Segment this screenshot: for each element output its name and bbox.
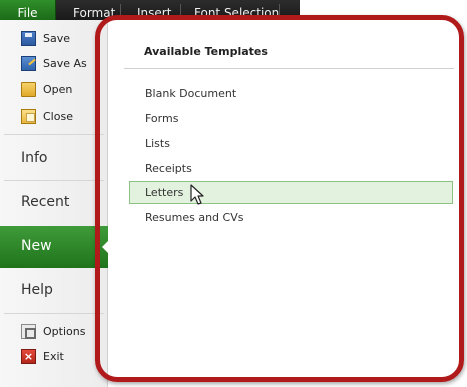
nav-divider bbox=[4, 313, 104, 314]
template-label: Blank Document bbox=[145, 87, 237, 100]
template-label: Receipts bbox=[145, 162, 192, 175]
template-label: Lists bbox=[145, 137, 170, 150]
template-label: Letters bbox=[145, 186, 184, 199]
template-item-forms[interactable]: Forms bbox=[129, 107, 453, 130]
save-as-label: Save As bbox=[43, 57, 87, 70]
tab-font-selection[interactable]: Font Selection bbox=[194, 0, 279, 20]
close-folder-icon bbox=[21, 109, 36, 124]
template-item-resumes-and-cvs[interactable]: Resumes and CVs bbox=[129, 206, 453, 229]
save-command[interactable]: Save bbox=[0, 26, 108, 51]
template-item-receipts[interactable]: Receipts bbox=[129, 157, 453, 180]
tab-divider bbox=[279, 4, 280, 20]
nav-item-new-label: New bbox=[21, 238, 52, 254]
open-folder-icon bbox=[21, 82, 36, 97]
exit-label: Exit bbox=[43, 350, 64, 363]
tab-format[interactable]: Format bbox=[73, 0, 115, 20]
tab-divider bbox=[180, 4, 181, 20]
nav-divider bbox=[4, 180, 104, 181]
mouse-pointer-icon bbox=[190, 184, 204, 205]
tab-insert[interactable]: Insert bbox=[137, 0, 171, 20]
options-command[interactable]: Options bbox=[0, 319, 108, 344]
backstage-nav: Save Save As Open Close Info Recent New … bbox=[0, 20, 109, 387]
template-item-letters[interactable]: Letters bbox=[129, 181, 453, 204]
nav-item-new[interactable]: New bbox=[0, 226, 109, 268]
save-as-icon bbox=[21, 56, 36, 71]
close-label: Close bbox=[43, 110, 73, 123]
save-label: Save bbox=[43, 32, 71, 45]
nav-item-recent-label: Recent bbox=[21, 194, 70, 210]
save-icon bbox=[21, 31, 36, 46]
template-item-blank-document[interactable]: Blank Document bbox=[129, 82, 453, 105]
tab-divider bbox=[120, 4, 121, 20]
nav-item-recent[interactable]: Recent bbox=[0, 182, 108, 224]
exit-command[interactable]: × Exit bbox=[0, 344, 108, 369]
save-as-command[interactable]: Save As bbox=[0, 51, 108, 76]
available-templates-heading: Available Templates bbox=[144, 45, 268, 58]
close-command[interactable]: Close bbox=[0, 104, 108, 129]
nav-item-info[interactable]: Info bbox=[0, 138, 108, 180]
template-label: Resumes and CVs bbox=[145, 211, 244, 224]
template-label: Forms bbox=[145, 112, 179, 125]
nav-item-info-label: Info bbox=[21, 150, 48, 166]
open-command[interactable]: Open bbox=[0, 77, 108, 102]
exit-icon: × bbox=[21, 349, 36, 364]
open-label: Open bbox=[43, 83, 73, 96]
heading-divider bbox=[124, 68, 454, 69]
options-icon bbox=[21, 324, 36, 339]
template-item-lists[interactable]: Lists bbox=[129, 132, 453, 155]
ribbon-tab-strip: File Format Insert Font Selection bbox=[0, 0, 300, 20]
tab-file[interactable]: File bbox=[0, 0, 56, 20]
options-label: Options bbox=[43, 325, 86, 338]
nav-item-help-label: Help bbox=[21, 282, 53, 298]
nav-item-help[interactable]: Help bbox=[0, 270, 108, 312]
nav-divider bbox=[4, 134, 104, 135]
